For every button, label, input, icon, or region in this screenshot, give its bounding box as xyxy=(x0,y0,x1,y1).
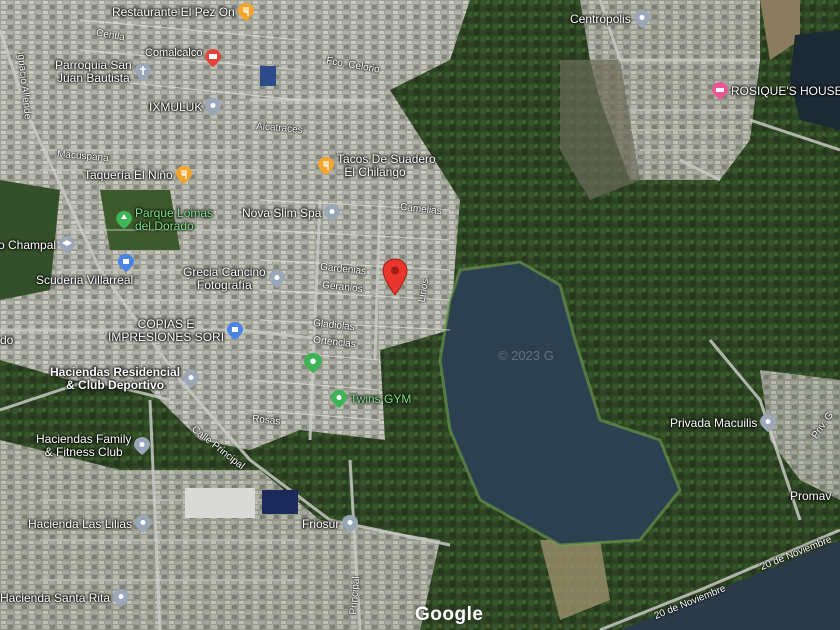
red-location-marker[interactable] xyxy=(382,258,408,296)
poi-restaurante-el-pez-on[interactable]: Restaurante El Pez On xyxy=(112,3,254,21)
gym-icon xyxy=(331,390,347,408)
place-icon xyxy=(134,437,151,455)
poi-tacos-de-suadero[interactable]: Tacos De Suadero - El Chilango xyxy=(318,153,436,179)
poi-label: Friosur xyxy=(302,516,340,531)
poi-label: Centrópolis xyxy=(570,11,631,26)
poi-parque-lomas-del-dorado[interactable]: Parque Lomas del Dorado xyxy=(116,207,213,233)
restaurant-icon xyxy=(237,3,254,21)
poi-twins-gym[interactable]: Twins GYM xyxy=(331,390,411,408)
poi-comalcalco[interactable]: Comalcalco xyxy=(145,39,222,67)
park-icon xyxy=(116,211,132,229)
poi-promav[interactable]: Promav xyxy=(790,490,831,503)
poi-label: Scuderia Villarreal xyxy=(36,273,134,287)
poi-label: Grecia Cancino Fotografía xyxy=(183,265,266,292)
poi-haciendas-family-fitness[interactable]: Haciendas Family & Fitness Club xyxy=(36,432,151,459)
place-icon xyxy=(324,204,341,222)
place-icon xyxy=(760,414,777,432)
place-icon xyxy=(342,515,359,533)
restaurant-icon xyxy=(318,157,334,175)
shopping-icon xyxy=(118,254,134,272)
poi-label: o Champal xyxy=(0,237,57,252)
dining-icon xyxy=(205,49,222,67)
poi-parroquia-san-juan-bautista[interactable]: Parroquia San Juan Bautista xyxy=(55,59,151,85)
poi-label: Comalcalco xyxy=(145,46,203,59)
poi-label: Haciendas Family & Fitness Club xyxy=(36,432,132,459)
place-icon xyxy=(135,515,152,533)
satellite-map[interactable]: Centla Fco. Celorio Alcatraces Macuspana… xyxy=(0,0,840,630)
school-icon xyxy=(59,236,76,254)
place-icon xyxy=(205,98,222,116)
poi-nova-slim-spa[interactable]: Nova Slim Spa xyxy=(242,204,341,222)
poi-label: Haciendas Residencial & Club Deportivo xyxy=(50,365,181,392)
imagery-watermark: © 2023 G xyxy=(498,348,554,363)
green-place-icon[interactable] xyxy=(304,352,322,374)
poi-label: Parque Lomas del Dorado xyxy=(135,206,214,233)
poi-centropolis[interactable]: Centrópolis xyxy=(570,10,650,28)
poi-hacienda-las-lilias[interactable]: Hacienda Las Lilias xyxy=(28,515,152,533)
poi-label: Taquería El Niño xyxy=(84,167,173,182)
poi-label: IXMULUK xyxy=(149,99,203,114)
google-logo: Google xyxy=(415,604,484,625)
poi-o-champal[interactable]: o Champal xyxy=(0,236,76,254)
poi-rosiques-house[interactable]: ROSIQUE'S HOUSE xyxy=(712,82,840,100)
poi-label: Nova Slim Spa xyxy=(242,205,322,220)
place-icon xyxy=(268,270,285,288)
poi-scuderia-villarreal[interactable]: Scuderia Villarreal xyxy=(36,254,134,287)
poi-label: Hacienda Santa Rita xyxy=(0,590,111,605)
poi-label: Privada Macuilis xyxy=(670,415,758,430)
poi-taqueria-el-nino[interactable]: Taquería El Niño xyxy=(84,166,192,184)
restaurant-icon xyxy=(175,166,192,184)
poi-do[interactable]: do xyxy=(0,334,13,347)
poi-label: Tacos De Suadero - El Chilango xyxy=(337,152,436,179)
poi-label: COPIAS E IMPRESIONES SORI xyxy=(108,317,225,344)
poi-haciendas-residencial[interactable]: Haciendas Residencial & Club Deportivo xyxy=(50,365,200,392)
poi-label: Parroquia San Juan Bautista xyxy=(55,58,132,85)
shopping-icon xyxy=(227,322,244,340)
poi-label: Restaurante El Pez On xyxy=(112,4,235,19)
place-icon xyxy=(633,10,650,28)
poi-copias-e-impresiones-sori[interactable]: COPIAS E IMPRESIONES SORI xyxy=(108,317,244,344)
poi-ixmuluk[interactable]: IXMULUK xyxy=(149,98,222,116)
place-icon xyxy=(183,370,200,388)
poi-label: do xyxy=(0,333,14,347)
poi-privada-macuilis[interactable]: Privada Macuilis xyxy=(670,414,777,432)
place-icon xyxy=(113,589,130,607)
hotel-icon xyxy=(712,82,728,100)
poi-grecia-cancino-fotografia[interactable]: Grecia Cancino Fotografía xyxy=(183,266,285,292)
poi-label: Hacienda Las Lilias xyxy=(28,516,133,531)
poi-label: ROSIQUE'S HOUSE xyxy=(731,83,840,98)
poi-label: Twins GYM xyxy=(350,391,412,406)
poi-hacienda-santa-rita[interactable]: Hacienda Santa Rita xyxy=(0,589,130,607)
poi-friosur[interactable]: Friosur xyxy=(302,515,359,533)
poi-label: Promav xyxy=(790,489,832,503)
